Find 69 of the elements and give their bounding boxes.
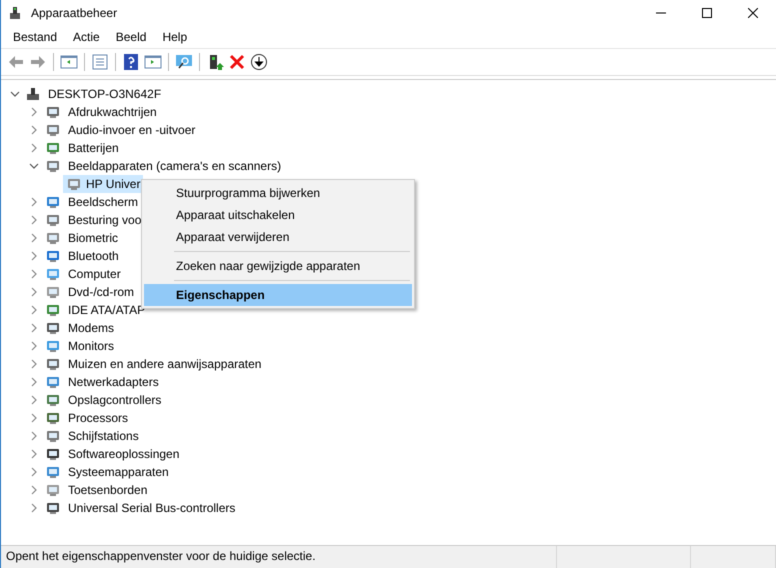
tree-item[interactable]: Modems	[65, 320, 118, 336]
device-icon	[45, 500, 61, 516]
context-menu-item[interactable]: Apparaat uitschakelen	[144, 204, 412, 226]
tree-item[interactable]: Batterijen	[65, 140, 122, 156]
tree-item[interactable]: Opslagcontrollers	[65, 392, 164, 408]
device-icon	[45, 104, 61, 120]
device-icon	[45, 122, 61, 138]
action-pane-icon[interactable]	[144, 53, 162, 71]
device-icon	[45, 302, 61, 318]
menu-item[interactable]: Help	[154, 28, 196, 46]
tree-item[interactable]: Bluetooth	[65, 248, 122, 264]
tree-item[interactable]: Systeemapparaten	[65, 464, 172, 480]
close-icon	[748, 8, 758, 18]
context-menu-item[interactable]: Eigenschappen	[144, 284, 412, 306]
device-icon	[45, 194, 61, 210]
device-icon	[45, 428, 61, 444]
scan-monitor-icon[interactable]	[175, 53, 193, 71]
device-icon	[45, 266, 61, 282]
tree-item[interactable]: Processors	[65, 410, 132, 426]
device-icon	[45, 230, 61, 246]
device-icon	[66, 176, 82, 192]
tree-item[interactable]: HP Univer	[63, 175, 144, 193]
device-icon	[45, 320, 61, 336]
device-icon	[45, 158, 61, 174]
device-icon	[45, 248, 61, 264]
device-icon	[45, 338, 61, 354]
menu-item[interactable]: Actie	[65, 28, 108, 46]
app-icon	[7, 5, 23, 21]
tree-item[interactable]: Muizen en andere aanwijsapparaten	[65, 356, 264, 372]
tree-item[interactable]: Toetsenborden	[65, 482, 150, 498]
menu-item[interactable]: Beeld	[108, 28, 154, 46]
menu-item[interactable]: Bestand	[5, 28, 66, 46]
console-tree-icon[interactable]	[60, 53, 78, 71]
tree-item[interactable]: Dvd-/cd-rom	[65, 284, 138, 300]
device-icon	[45, 212, 61, 228]
device-icon	[45, 392, 61, 408]
properties-icon[interactable]	[91, 53, 109, 71]
forward-icon[interactable]	[29, 53, 47, 71]
remove-icon[interactable]	[228, 53, 246, 71]
tree-item[interactable]: Schijfstations	[65, 428, 142, 444]
tree-item[interactable]: Softwareoplossingen	[65, 446, 182, 462]
tree-item[interactable]: Beeldscherm	[65, 194, 142, 210]
context-menu-item[interactable]: Zoeken naar gewijzigde apparaten	[144, 255, 412, 277]
device-icon	[45, 284, 61, 300]
device-icon	[45, 356, 61, 372]
computer-icon	[25, 86, 41, 102]
status-text: Opent het eigenschappenvenster voor de huidige selectie.	[1, 546, 557, 568]
download-icon[interactable]	[250, 53, 268, 71]
device-icon	[45, 410, 61, 426]
tree-item[interactable]: DESKTOP-O3N642F	[45, 86, 164, 102]
tree-item[interactable]: Netwerkadapters	[65, 374, 162, 390]
tree-item[interactable]: Afdrukwachtrijen	[65, 104, 160, 120]
tree-item[interactable]: Computer	[65, 266, 124, 282]
tree-item[interactable]: Audio-invoer en -uitvoer	[65, 122, 198, 138]
tree-item[interactable]: Monitors	[65, 338, 118, 354]
context-menu-item[interactable]: Stuurprogramma bijwerken	[144, 182, 412, 204]
device-icon	[45, 374, 61, 390]
device-icon	[45, 464, 61, 480]
device-icon	[45, 482, 61, 498]
maximize-icon	[702, 8, 712, 18]
device-icon	[45, 140, 61, 156]
context-menu-item[interactable]: Apparaat verwijderen	[144, 226, 412, 248]
help-icon[interactable]	[122, 53, 140, 71]
tree-item[interactable]: Universal Serial Bus-controllers	[65, 500, 238, 516]
window-title: Apparaatbeheer	[31, 6, 118, 20]
device-icon	[45, 446, 61, 462]
tree-item[interactable]: Beeldapparaten (camera's en scanners)	[65, 158, 284, 174]
tree-item[interactable]: Biometric	[65, 230, 122, 246]
tree-item[interactable]: Besturing voo	[65, 212, 144, 228]
